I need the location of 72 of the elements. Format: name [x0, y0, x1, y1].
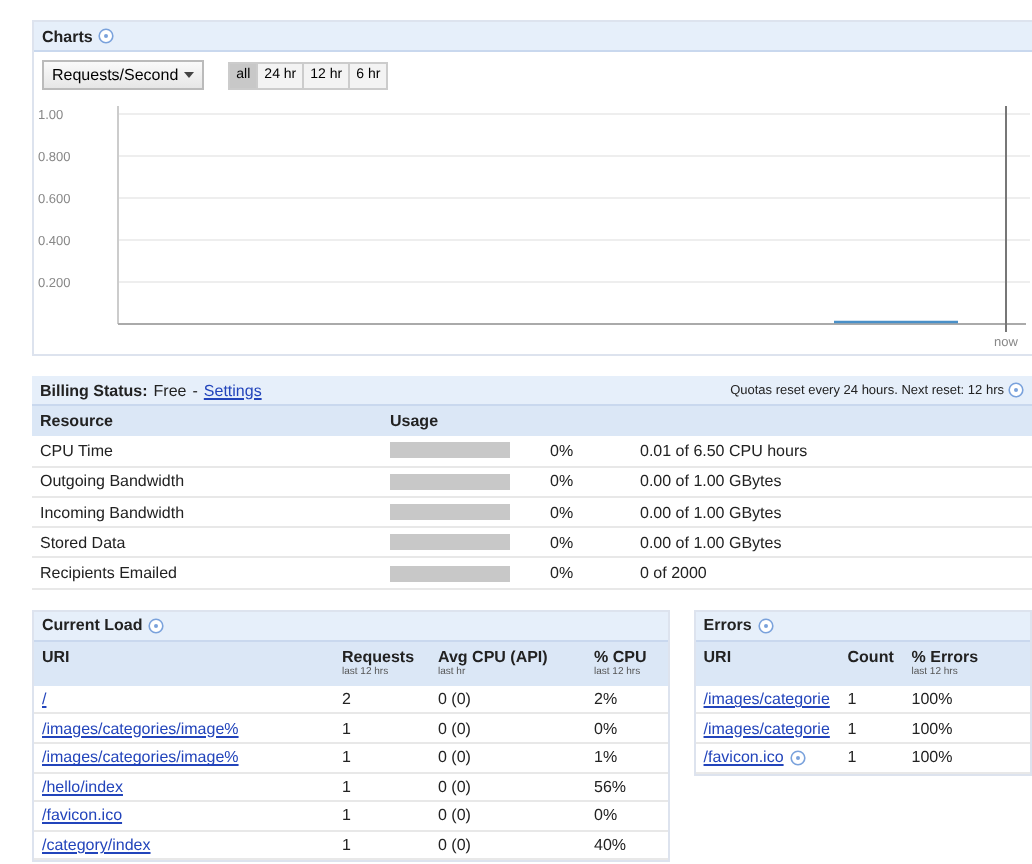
uri-link[interactable]: /images/categorie	[703, 690, 830, 709]
column-header: Requests	[342, 647, 417, 666]
resource-name: Stored Data	[40, 533, 128, 552]
settings-link[interactable]: Settings	[203, 381, 262, 399]
error-percent-cell-text: 100%	[911, 748, 955, 767]
error-count-cell-text: 1	[847, 719, 859, 738]
avg-cpu-cell-text: 0 (0)	[438, 690, 473, 709]
uri-link[interactable]: /hello/index	[42, 777, 123, 796]
requests-cell-text: 1	[342, 777, 353, 796]
usage-percent: 0%	[548, 472, 576, 491]
cpu-percent-cell-text: 1%	[594, 748, 620, 767]
billing-plan: Free	[153, 381, 187, 399]
resource-name: CPU Time	[40, 441, 115, 460]
caret-icon	[184, 72, 195, 78]
column-header: URI	[42, 647, 72, 666]
uri-link[interactable]: /favicon.ico	[703, 748, 784, 767]
column-header: Resource	[40, 412, 115, 431]
cpu-percent-cell-text: 40%	[594, 836, 629, 855]
usage-percent: 0%	[548, 441, 576, 460]
panel-title: Current Load	[42, 616, 143, 635]
uri-link[interactable]: /images/categories/image%	[42, 719, 239, 738]
uri-link[interactable]: /favicon.ico	[42, 806, 123, 825]
column-header: URI	[703, 647, 734, 666]
avg-cpu-cell-text: 0 (0)	[438, 806, 473, 825]
uri-link[interactable]: /images/categorie	[703, 719, 830, 738]
requests-cell-text: 1	[342, 748, 353, 767]
cpu-percent-cell-text: 56%	[594, 777, 629, 796]
cpu-percent-cell-text: 0%	[594, 719, 620, 738]
error-count-cell-text: 1	[847, 690, 859, 709]
uri-link[interactable]: /	[42, 690, 47, 709]
uri-link[interactable]: /category/index	[42, 836, 151, 855]
help-icon[interactable]	[757, 617, 774, 634]
cpu-percent-cell-text: 2%	[594, 690, 620, 709]
error-percent-cell-text: 100%	[911, 719, 955, 738]
usage-detail: 0 of 2000	[640, 564, 709, 583]
help-icon[interactable]	[789, 749, 806, 766]
resource-name: Incoming Bandwidth	[40, 503, 187, 522]
metric-dropdown[interactable]: Requests/Second	[42, 60, 205, 90]
separator-text: -	[192, 381, 198, 399]
requests-cell-text: 1	[342, 836, 353, 855]
requests-cell-text: 2	[342, 690, 353, 709]
help-icon[interactable]	[98, 28, 115, 44]
avg-cpu-cell-text: 0 (0)	[438, 836, 473, 855]
requests-cell-text: 1	[342, 719, 353, 738]
usage-detail: 0.01 of 6.50 CPU hours	[640, 441, 810, 460]
resource-name: Recipients Emailed	[40, 564, 179, 583]
column-header: Count	[847, 647, 896, 666]
avg-cpu-cell-text: 0 (0)	[438, 777, 473, 796]
column-header: Usage	[390, 412, 441, 431]
usage-percent: 0%	[548, 564, 576, 583]
panel-title: Errors	[703, 616, 752, 635]
usage-detail: 0.00 of 1.00 GBytes	[640, 533, 784, 552]
error-count-cell-text: 1	[847, 748, 859, 767]
usage-percent: 0%	[548, 503, 576, 522]
avg-cpu-cell-text: 0 (0)	[438, 719, 473, 738]
panel-title: Charts	[42, 27, 93, 45]
avg-cpu-cell-text: 0 (0)	[438, 748, 473, 767]
usage-detail: 0.00 of 1.00 GBytes	[640, 503, 784, 522]
column-header: % CPU	[594, 647, 649, 666]
column-header: Avg CPU (API)	[438, 647, 550, 666]
error-percent-cell-text: 100%	[911, 690, 955, 709]
cpu-percent-cell-text: 0%	[594, 806, 620, 825]
requests-cell-text: 1	[342, 806, 353, 825]
usage-detail: 0.00 of 1.00 GBytes	[640, 472, 784, 491]
help-icon[interactable]	[148, 617, 165, 634]
billing-status-label: Billing Status:	[40, 381, 148, 399]
chart-line	[834, 320, 958, 324]
uri-link[interactable]: /images/categories/image%	[42, 748, 239, 767]
column-header: % Errors	[911, 647, 981, 666]
help-icon[interactable]	[1008, 382, 1024, 398]
usage-percent: 0%	[548, 533, 576, 552]
resource-name: Outgoing Bandwidth	[40, 472, 187, 491]
